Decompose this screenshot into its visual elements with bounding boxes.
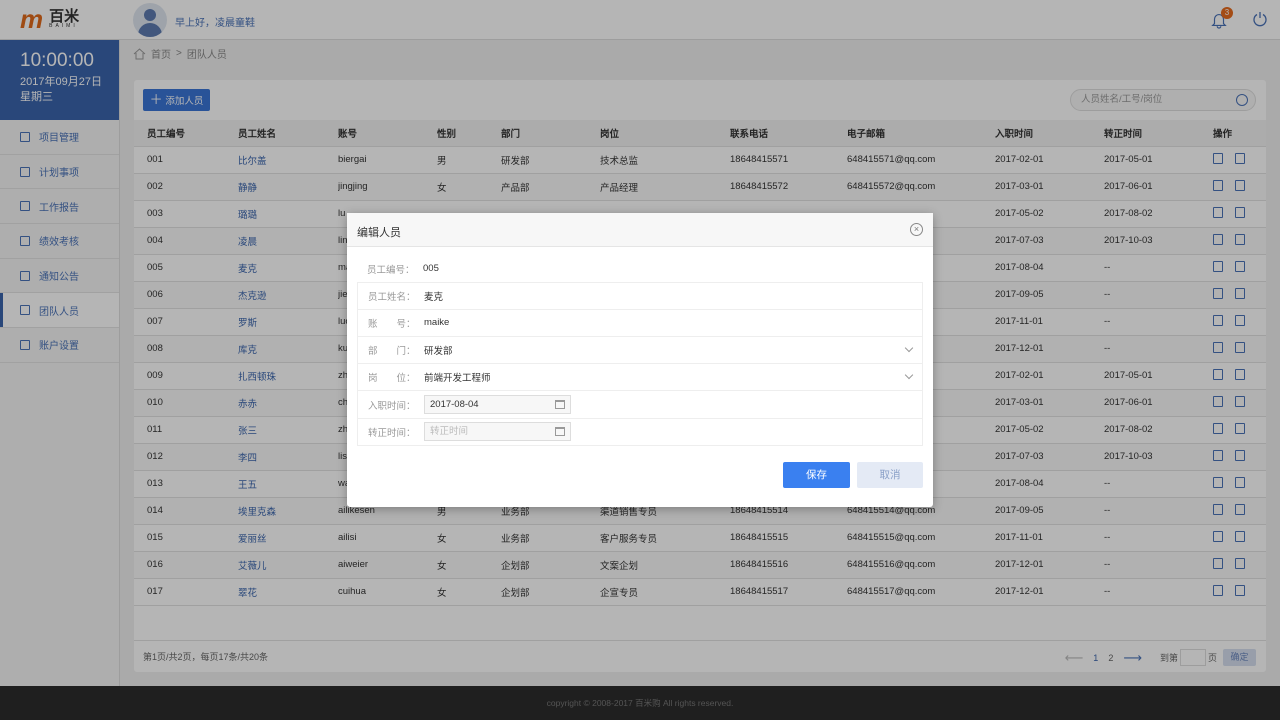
calendar-icon[interactable] [555, 427, 565, 437]
regular-date-placeholder: 转正时间 [430, 426, 469, 438]
position-select[interactable]: 岗 位： 前端开发工程师 [357, 364, 923, 392]
field-label: 转正时间： [368, 427, 416, 439]
chevron-down-icon[interactable] [904, 343, 914, 353]
join-date-row: 入职时间： 2017-08-04 [357, 391, 923, 419]
cancel-button[interactable]: 取消 [857, 462, 923, 488]
position-value[interactable]: 前端开发工程师 [424, 370, 491, 384]
dialog-title: 编辑人员 [357, 227, 401, 239]
account-value[interactable]: maike [424, 317, 449, 328]
regular-date-input[interactable]: 转正时间 [424, 422, 571, 442]
calendar-icon[interactable] [555, 400, 565, 410]
department-value[interactable]: 研发部 [424, 343, 453, 357]
field-label: 账 号： [368, 318, 416, 330]
close-icon[interactable]: × [910, 223, 923, 236]
field-label: 员工编号： [367, 264, 415, 276]
save-button[interactable]: 保存 [783, 462, 850, 488]
chevron-down-icon[interactable] [904, 370, 914, 380]
employee-id-value: 005 [423, 263, 439, 275]
department-select[interactable]: 部 门： 研发部 [357, 336, 923, 365]
name-value[interactable]: 麦克 [424, 289, 443, 303]
edit-member-dialog: 编辑人员 × 员工编号： 005 员工姓名： 麦克 账 号： maike 部 门： 研发部… [347, 213, 933, 507]
field-label: 岗 位： [368, 373, 416, 385]
field-label: 部 门： [368, 346, 416, 358]
join-date-input[interactable]: 2017-08-04 [424, 395, 571, 415]
field-label: 员工姓名： [368, 291, 416, 303]
join-date-value: 2017-08-04 [430, 399, 479, 411]
field-employee-id: 员工编号： 005 [357, 255, 923, 282]
regular-date-row: 转正时间： 转正时间 [357, 418, 923, 447]
account-field[interactable]: 账 号： maike [357, 309, 923, 337]
name-field[interactable]: 员工姓名： 麦克 [357, 282, 923, 310]
field-label: 入职时间： [368, 400, 416, 412]
